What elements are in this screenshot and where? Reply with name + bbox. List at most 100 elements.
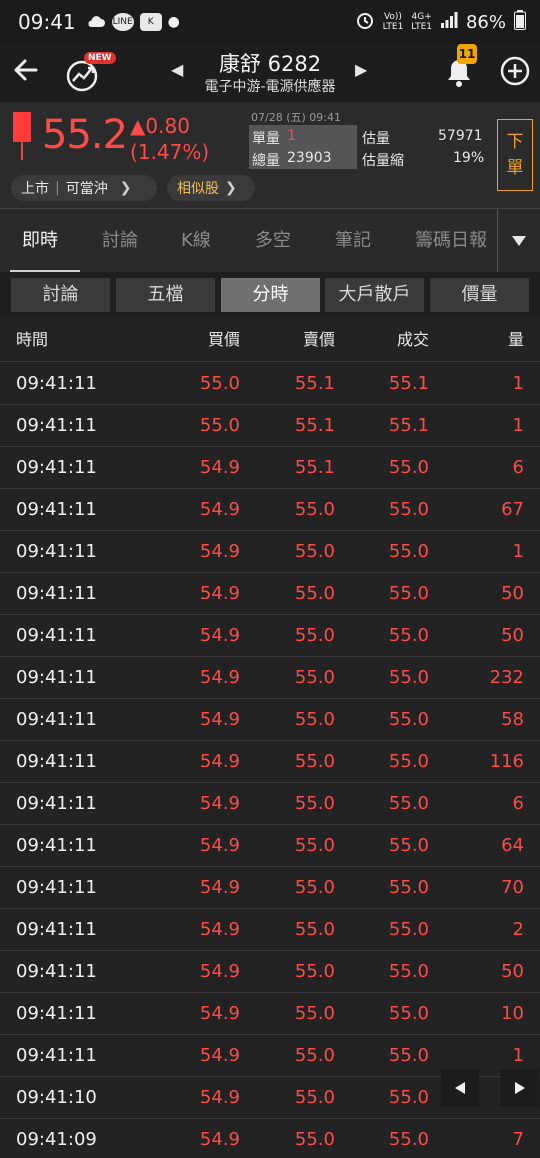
next-stock-arrow-icon[interactable]: ▶ [355, 60, 367, 79]
subtab-price-volume[interactable]: 價量 [430, 278, 529, 312]
row-time: 09:41:11 [16, 961, 97, 982]
row-bid: 54.9 [199, 667, 240, 688]
price-change-percent: (1.47%) [130, 140, 210, 164]
table-row: 09:41:11 54.9 55.0 55.0 50 [0, 951, 540, 993]
single-volume-label: 單量 [252, 131, 280, 147]
page-prev-button[interactable] [441, 1069, 479, 1107]
subtab-time-sales[interactable]: 分時 [221, 278, 320, 312]
place-order-button[interactable]: 下 單 [497, 119, 533, 191]
row-ask: 55.1 [294, 373, 335, 394]
tab-realtime[interactable]: 即時 [22, 209, 58, 273]
status-bar: 09:41 LINE K ● Vo)) LTE1 4G+ LTE1 86% [0, 0, 540, 44]
row-bid: 54.9 [199, 961, 240, 982]
single-volume: 1 [287, 128, 296, 144]
row-volume: 64 [501, 835, 524, 856]
row-volume: 1 [512, 415, 524, 436]
tab-notes[interactable]: 筆記 [335, 209, 371, 273]
table-row: 09:41:11 54.9 55.0 55.0 70 [0, 867, 540, 909]
row-time: 09:41:11 [16, 415, 97, 436]
row-volume: 1 [512, 541, 524, 562]
row-volume: 116 [489, 751, 524, 772]
row-deal: 55.0 [388, 625, 429, 646]
row-bid: 54.9 [199, 1129, 240, 1150]
row-time: 09:41:11 [16, 793, 97, 814]
row-volume: 70 [501, 877, 524, 898]
tab-chip-daily[interactable]: 籌碼日報 [415, 209, 487, 273]
row-deal: 55.0 [388, 1045, 429, 1066]
tab-discussion[interactable]: 討論 [102, 209, 138, 273]
k-app-icon: K [139, 13, 162, 31]
row-volume: 50 [501, 625, 524, 646]
status-time: 09:41 [18, 10, 76, 34]
row-deal: 55.0 [388, 1087, 429, 1108]
back-arrow-icon[interactable] [10, 54, 42, 86]
stock-industry: 電子中游-電源供應器 [204, 79, 336, 95]
table-row: 09:41:11 54.9 55.0 55.0 50 [0, 573, 540, 615]
header-bid: 買價 [207, 330, 240, 349]
main-tabs: 即時 討論 K線 多空 筆記 籌碼日報 [0, 208, 540, 273]
row-volume: 1 [512, 1045, 524, 1066]
row-ask: 55.0 [294, 835, 335, 856]
order-label-bottom: 單 [506, 158, 524, 178]
row-bid: 54.9 [199, 793, 240, 814]
tabs-more-button[interactable] [497, 209, 540, 273]
row-bid: 54.9 [199, 583, 240, 604]
row-deal: 55.0 [388, 961, 429, 982]
chevron-right-icon: ❯ [225, 180, 237, 196]
row-time: 09:41:11 [16, 541, 97, 562]
triangle-right-icon [515, 1082, 525, 1094]
row-deal: 55.1 [388, 415, 429, 436]
add-icon[interactable] [500, 56, 530, 86]
row-bid: 55.0 [199, 415, 240, 436]
table-row: 09:41:11 54.9 55.0 55.0 6 [0, 783, 540, 825]
row-ask: 55.0 [294, 541, 335, 562]
row-bid: 54.9 [199, 457, 240, 478]
estimated-shrink: 19% [453, 150, 485, 166]
tab-kline[interactable]: K線 [181, 209, 211, 273]
header-time: 時間 [16, 330, 49, 349]
row-time: 09:41:11 [16, 877, 97, 898]
row-deal: 55.0 [388, 919, 429, 940]
row-volume: 2 [512, 919, 524, 940]
caret-down-icon [512, 236, 526, 246]
notification-count-badge: 11 [457, 44, 477, 64]
row-time: 09:41:09 [16, 1129, 97, 1150]
sub-tabs: 討論 五檔 分時 大戶散戶 價量 [0, 272, 540, 316]
market-info-pill[interactable]: 上市 | 可當沖 ❯ [11, 175, 157, 201]
row-ask: 55.0 [294, 793, 335, 814]
row-deal: 55.0 [388, 1003, 429, 1024]
row-time: 09:41:11 [16, 583, 97, 604]
subtab-discussion[interactable]: 討論 [11, 278, 110, 312]
dot-icon: ● [167, 14, 180, 30]
table-row: 09:41:11 54.9 55.0 55.0 116 [0, 741, 540, 783]
row-ask: 55.0 [294, 1087, 335, 1108]
row-ask: 55.0 [294, 499, 335, 520]
table-row: 09:41:11 55.0 55.1 55.1 1 [0, 363, 540, 405]
page-next-button[interactable] [501, 1069, 539, 1107]
row-volume: 232 [489, 667, 524, 688]
row-time: 09:41:11 [16, 625, 97, 646]
4g-indicator: 4G+ LTE1 [411, 12, 432, 32]
row-deal: 55.0 [388, 583, 429, 604]
tab-long-short[interactable]: 多空 [255, 209, 291, 273]
triangle-left-icon [455, 1082, 465, 1094]
row-ask: 55.0 [294, 1045, 335, 1066]
table-row: 09:41:11 54.9 55.0 55.0 232 [0, 657, 540, 699]
similar-stocks-pill[interactable]: 相似股 ❯ [167, 175, 255, 201]
row-time: 09:41:11 [16, 373, 97, 394]
subtab-large-small-holders[interactable]: 大戶散戶 [325, 278, 424, 312]
daytrade-label: 可當沖 [65, 181, 108, 197]
table-row: 09:41:11 54.9 55.0 55.0 64 [0, 825, 540, 867]
row-time: 09:41:11 [16, 835, 97, 856]
row-volume: 10 [501, 1003, 524, 1024]
row-ask: 55.0 [294, 709, 335, 730]
similar-stocks-label: 相似股 [177, 181, 219, 197]
subtab-five-levels[interactable]: 五檔 [116, 278, 215, 312]
row-bid: 54.9 [199, 751, 240, 772]
chevron-right-icon: ❯ [119, 180, 132, 196]
row-deal: 55.0 [388, 667, 429, 688]
table-row: 09:41:11 54.9 55.0 55.0 10 [0, 993, 540, 1035]
current-price: 55.2 [42, 112, 128, 158]
header-deal: 成交 [396, 330, 429, 349]
prev-stock-arrow-icon[interactable]: ◀ [171, 60, 183, 79]
